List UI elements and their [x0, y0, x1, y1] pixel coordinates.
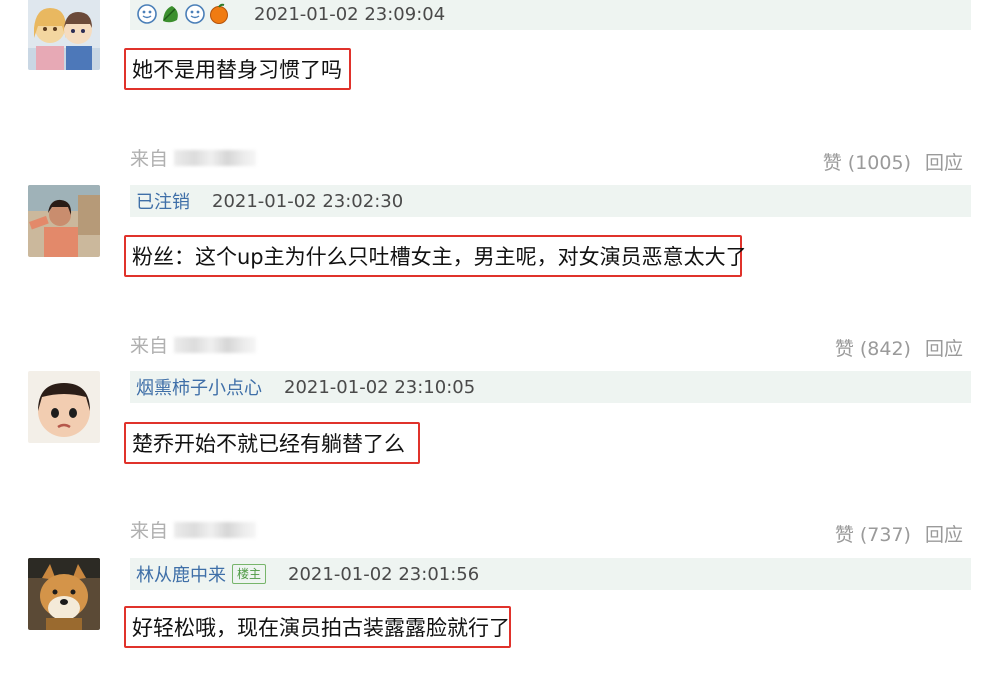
blue-smiley-icon: [185, 4, 205, 24]
comment-text: 粉丝：这个up主为什么只吐槽女主，男主呢，对女演员恶意太大了: [124, 235, 747, 277]
avatar[interactable]: [28, 185, 100, 257]
comment-time: 2021-01-02 23:01:56: [288, 563, 480, 585]
blurred-source: [174, 336, 257, 353]
op-badge: 楼主: [232, 564, 267, 584]
comment-text-content: 她不是用替身习惯了吗: [132, 58, 342, 82]
avatar[interactable]: [28, 371, 100, 443]
green-leaf-icon: [163, 6, 178, 23]
avatar[interactable]: [28, 558, 100, 630]
comment-source: 来自: [130, 516, 257, 543]
comment-header: 已注销 2021-01-02 23:02:30: [130, 185, 971, 217]
comment-text: 好轻松哦，现在演员拍古装露露脸就行了: [124, 606, 511, 648]
orange-icon: [210, 3, 228, 24]
avatar-photo-image: [28, 185, 100, 257]
comment-text-content: 楚乔开始不就已经有躺替了么: [132, 432, 405, 456]
reply-button[interactable]: 回应: [925, 148, 963, 175]
comment-text: 她不是用替身习惯了吗: [124, 48, 351, 90]
reply-button[interactable]: 回应: [925, 334, 963, 361]
avatar-anime-girls-image: [28, 0, 100, 70]
comment-source: 来自: [130, 331, 257, 358]
from-label: 来自: [130, 520, 169, 542]
from-label: 来自: [130, 335, 169, 357]
emoji-username[interactable]: [136, 3, 230, 25]
comment-text: 楚乔开始不就已经有躺替了么: [124, 422, 420, 464]
avatar-shiba-dog-image: [28, 558, 100, 630]
comment-text-content: 好轻松哦，现在演员拍古装露露脸就行了: [132, 616, 510, 640]
comment-header: 烟熏柿子小点心 2021-01-02 23:10:05: [130, 371, 971, 403]
from-label: 来自: [130, 148, 169, 170]
like-button[interactable]: 赞 (1005): [823, 148, 911, 175]
comment-actions: 赞 (842) 回应: [835, 334, 963, 361]
like-button[interactable]: 赞 (842): [835, 334, 911, 361]
avatar[interactable]: [28, 0, 100, 70]
comment-source: 来自: [130, 144, 257, 171]
comment-actions: 赞 (737) 回应: [835, 520, 963, 547]
username-link[interactable]: 已注销: [136, 188, 190, 214]
comment-time: 2021-01-02 23:09:04: [254, 3, 446, 25]
blue-smiley-icon: [137, 4, 157, 24]
like-button[interactable]: 赞 (737): [835, 520, 911, 547]
comment-text-content: 粉丝：这个up主为什么只吐槽女主，男主呢，对女演员恶意太大了: [132, 245, 747, 269]
comment-time: 2021-01-02 23:10:05: [284, 376, 476, 398]
comment-header: 2021-01-02 23:09:04: [130, 0, 971, 30]
blurred-source: [174, 149, 257, 166]
reply-button[interactable]: 回应: [925, 520, 963, 547]
comment-time: 2021-01-02 23:02:30: [212, 190, 404, 212]
username-link[interactable]: 烟熏柿子小点心: [136, 374, 262, 400]
username-link[interactable]: 林从鹿中来: [136, 561, 226, 587]
avatar-child-photo-image: [28, 371, 100, 443]
comment-actions: 赞 (1005) 回应: [823, 148, 963, 175]
comment-header: 林从鹿中来 楼主 2021-01-02 23:01:56: [130, 558, 971, 590]
blurred-source: [174, 521, 257, 538]
